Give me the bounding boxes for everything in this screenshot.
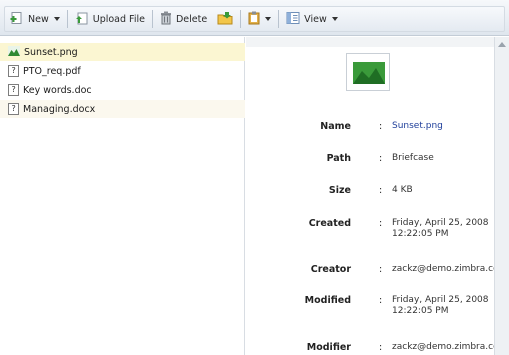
upload-file-label: Upload File — [92, 13, 145, 25]
toolbar-separator — [66, 10, 68, 28]
created-label: Created — [308, 218, 351, 229]
new-document-icon — [10, 11, 24, 28]
detail-colon: : — [379, 121, 383, 132]
created-value: Friday, April 25, 2008 12:22:05 PM — [392, 218, 509, 240]
unknown-file-icon: ? — [8, 84, 19, 96]
delete-label: Delete — [175, 13, 208, 25]
detail-colon: : — [379, 153, 383, 164]
list-item[interactable]: ? Key words.doc — [0, 81, 245, 99]
toolbar-separator — [240, 10, 242, 28]
pane-header — [246, 37, 494, 47]
file-list: Sunset.png ? PTO_req.pdf ? Key words.doc… — [0, 37, 245, 355]
file-name: Key words.doc — [23, 84, 92, 96]
detail-colon: : — [379, 264, 383, 275]
view-icon — [286, 11, 300, 28]
detail-colon: : — [379, 295, 383, 306]
image-preview — [346, 53, 390, 91]
name-label: Name — [320, 121, 351, 132]
modified-label: Modified — [304, 295, 351, 306]
move-to-folder-button[interactable] — [212, 9, 238, 29]
list-item[interactable]: Sunset.png — [0, 43, 245, 61]
size-label: Size — [328, 185, 351, 196]
unknown-file-icon: ? — [8, 65, 19, 77]
view-label: View — [304, 13, 327, 25]
new-button[interactable]: New — [5, 9, 65, 29]
creator-label: Creator — [310, 264, 351, 275]
upload-icon — [75, 11, 89, 28]
size-value: 4 KB — [392, 185, 413, 195]
scroll-up-icon[interactable] — [498, 42, 506, 47]
list-item[interactable]: ? Managing.docx — [0, 100, 245, 118]
file-name: Managing.docx — [23, 103, 96, 115]
trash-icon — [160, 11, 172, 28]
view-button[interactable]: View — [281, 9, 343, 29]
modifier-value: zackz@demo.zimbra.com — [392, 342, 508, 352]
detail-colon: : — [379, 218, 383, 229]
image-icon — [8, 45, 20, 59]
unknown-file-icon: ? — [8, 103, 19, 115]
created-date: Friday, April 25, 2008 — [392, 218, 489, 228]
new-button-label: New — [28, 13, 49, 25]
detail-colon: : — [379, 342, 383, 353]
modified-time: 12:22:05 PM — [392, 306, 449, 316]
toolbar-separator — [278, 10, 280, 28]
delete-button[interactable]: Delete — [155, 9, 212, 29]
scrollbar[interactable] — [494, 37, 509, 355]
list-item[interactable]: ? PTO_req.pdf — [0, 62, 245, 80]
toolbar-separator — [151, 10, 153, 28]
upload-file-button[interactable]: Upload File — [70, 9, 150, 29]
tag-button[interactable] — [243, 9, 276, 29]
created-time: 12:22:05 PM — [392, 229, 449, 239]
toolbar: New Upload File Delete View — [0, 0, 509, 36]
toolbar-buttons: New Upload File Delete View — [4, 6, 505, 32]
tag-dropdown-icon[interactable] — [265, 17, 272, 21]
path-label: Path — [326, 153, 351, 164]
new-dropdown-icon[interactable] — [53, 17, 60, 21]
modifier-label: Modifier — [306, 342, 351, 353]
name-value[interactable]: Sunset.png — [392, 121, 509, 132]
modified-value: Friday, April 25, 2008 12:22:05 PM — [392, 295, 509, 317]
file-name: PTO_req.pdf — [23, 65, 81, 77]
clipboard-icon — [248, 11, 260, 28]
creator-value: zackz@demo.zimbra.com — [392, 264, 508, 274]
detail-colon: : — [379, 185, 383, 196]
file-name: Sunset.png — [24, 46, 78, 58]
details-pane: Name : Sunset.png Path : Briefcase Size … — [246, 37, 507, 355]
view-dropdown-icon[interactable] — [331, 17, 338, 21]
path-value: Briefcase — [392, 153, 434, 163]
folder-icon — [217, 11, 233, 28]
modified-date: Friday, April 25, 2008 — [392, 295, 489, 305]
image-preview-icon — [353, 62, 385, 84]
